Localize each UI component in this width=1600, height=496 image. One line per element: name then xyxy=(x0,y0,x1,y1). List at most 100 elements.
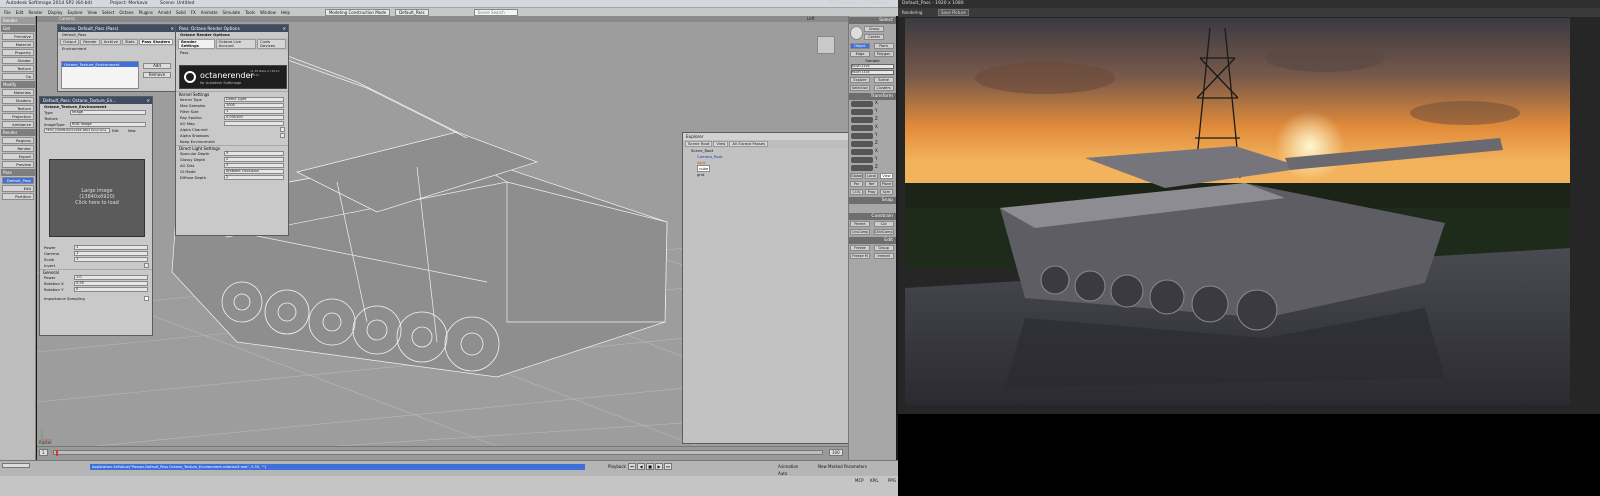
tab-render-settings[interactable]: Render Settings xyxy=(178,39,215,49)
par-button[interactable]: Par xyxy=(850,181,863,187)
scene-search-input[interactable]: Scene Search xyxy=(473,8,518,16)
tab-stats[interactable]: Stats xyxy=(121,39,138,45)
ao-dist-input[interactable]: 3 xyxy=(224,163,284,168)
render-export-button[interactable]: Export xyxy=(2,153,34,160)
global-button[interactable]: Global xyxy=(850,173,863,179)
scale-y-slot[interactable] xyxy=(851,109,873,115)
status-tag-mcp[interactable]: MCP xyxy=(855,478,864,483)
command-line-output[interactable]: Application.SetValue("Passes.Default_Pas… xyxy=(90,464,585,470)
gamma-slider[interactable]: 1 xyxy=(74,251,148,256)
importance-sampling-checkbox[interactable] xyxy=(144,296,149,301)
modify-materials-button[interactable]: Materials xyxy=(2,89,34,96)
max-samples-input[interactable]: 1000 xyxy=(224,103,284,108)
menu-render[interactable]: Render xyxy=(28,10,42,15)
specular-depth-input[interactable]: 5 xyxy=(224,151,284,156)
menu-edit[interactable]: Edit xyxy=(16,10,24,15)
menu-arnold[interactable]: Arnold xyxy=(158,10,171,15)
get-material-button[interactable]: Material xyxy=(2,41,34,48)
rotate-y-slot[interactable] xyxy=(851,133,873,139)
menu-animate[interactable]: Animate xyxy=(201,10,218,15)
pass-dropdown[interactable]: Default_Pass xyxy=(395,8,429,16)
invert-checkbox[interactable] xyxy=(144,263,149,268)
tab-pass-shaders[interactable]: Pass Shaders xyxy=(138,39,174,45)
pass-default-button[interactable]: Default_Pass xyxy=(2,177,34,184)
parent-button[interactable]: Parent xyxy=(850,221,870,227)
menu-simulate[interactable]: Simulate xyxy=(223,10,241,15)
group-button[interactable]: Group xyxy=(864,26,885,32)
modify-projection-button[interactable]: Projection xyxy=(2,113,34,120)
select-arrow-icon[interactable] xyxy=(850,26,864,40)
step-back-icon[interactable]: ◀ xyxy=(637,463,645,470)
local-button[interactable]: Local xyxy=(865,173,878,179)
file-new-button[interactable]: New xyxy=(128,128,136,134)
pass-edit-button[interactable]: Edit xyxy=(2,185,34,192)
octane-subtab[interactable]: Pass xyxy=(176,50,288,56)
menu-select[interactable]: Select xyxy=(102,10,114,15)
rotation-y-slider[interactable]: 0 xyxy=(74,287,148,292)
cnscomp-button[interactable]: CnsComp xyxy=(850,229,870,235)
stop-icon[interactable]: ■ xyxy=(646,463,654,470)
passes-tree-root[interactable]: Default_Pass xyxy=(58,32,176,38)
menu-view[interactable]: View xyxy=(87,10,97,15)
explore-button[interactable]: Explore xyxy=(850,77,870,83)
get-texture-button[interactable]: Texture xyxy=(2,65,34,72)
modify-texture-button[interactable]: Texture xyxy=(2,105,34,112)
freeze-m-button[interactable]: Freeze M xyxy=(850,253,870,259)
diffuse-depth-input[interactable]: 2 xyxy=(224,175,284,180)
immed-button[interactable]: Immed xyxy=(873,253,894,259)
tab-render[interactable]: Render xyxy=(80,39,100,45)
get-op-button[interactable]: Op xyxy=(2,73,34,80)
play-icon[interactable]: ▶ xyxy=(655,463,663,470)
scale-x-slot[interactable] xyxy=(851,101,873,107)
tab-octane-live-account[interactable]: Octane Live Account xyxy=(215,39,257,49)
selection-button[interactable]: Selection xyxy=(850,85,870,91)
add-shader-button[interactable]: Add xyxy=(143,63,171,69)
render-regions-button[interactable]: Regions xyxy=(2,137,34,144)
view-cube[interactable] xyxy=(817,36,835,54)
menu-display[interactable]: Display xyxy=(48,10,63,15)
cog-button[interactable]: COG xyxy=(850,189,863,195)
snap-tools[interactable] xyxy=(849,204,896,212)
file-path-input[interactable]: TEXA_DOWN1024-2004-9801 Panorama xyxy=(44,128,110,133)
menu-file[interactable]: File xyxy=(4,10,11,15)
explorer-scope-button[interactable]: Scene Root xyxy=(685,141,713,147)
cut-button[interactable]: Cut xyxy=(873,221,894,227)
translate-y-slot[interactable] xyxy=(851,157,873,163)
render-preview-button[interactable]: Preview xyxy=(2,161,34,168)
power-slider[interactable]: 1 xyxy=(74,245,148,250)
selection-field-2[interactable]: MULTI-1100 xyxy=(851,70,894,75)
group-edit-button[interactable]: Group xyxy=(873,245,894,251)
menu-octane[interactable]: Octane xyxy=(119,10,133,15)
timeline-start[interactable]: 1 xyxy=(39,449,48,456)
new-params-label[interactable]: New Marked Parameters xyxy=(818,464,867,469)
ref-button[interactable]: Ref xyxy=(865,181,878,187)
status-tag-kpl[interactable]: KP/L xyxy=(870,478,879,483)
explorer-view-button[interactable]: View xyxy=(713,141,729,147)
rotate-z-slot[interactable] xyxy=(851,141,873,147)
glossy-depth-input[interactable]: 2 xyxy=(224,157,284,162)
menu-fx[interactable]: FX xyxy=(191,10,196,15)
chldcomp-button[interactable]: ChldComp xyxy=(873,229,894,235)
scale-z-slot[interactable] xyxy=(851,117,873,123)
remove-shader-button[interactable]: Remove xyxy=(143,72,171,78)
object-mode-button[interactable]: Object xyxy=(850,43,870,49)
center-button[interactable]: Center xyxy=(864,34,885,40)
timeline[interactable]: 1 100 xyxy=(37,446,848,460)
menu-solid[interactable]: Solid xyxy=(176,10,186,15)
close-icon[interactable]: ✕ xyxy=(170,25,174,32)
sample-label[interactable]: Sample xyxy=(849,58,896,63)
timeline-track[interactable] xyxy=(53,450,823,456)
modify-ambiance-button[interactable]: Ambiance xyxy=(2,121,34,128)
get-primitive-button[interactable]: Primitive xyxy=(2,33,34,40)
alpha-shadows-checkbox[interactable] xyxy=(280,133,285,138)
status-tag-ppg[interactable]: PPG xyxy=(888,478,896,483)
view-button[interactable]: View xyxy=(880,173,893,179)
freeze-button[interactable]: Freeze xyxy=(850,245,870,251)
shader-list-item[interactable]: Octane_Texture_Environment xyxy=(62,62,138,67)
filter-size-input[interactable]: 1 xyxy=(224,109,284,114)
clusters-button[interactable]: Clusters xyxy=(873,85,894,91)
ray-epsilon-input[interactable]: 0.000100 xyxy=(224,115,284,120)
save-picture-button[interactable]: Save Picture xyxy=(938,9,969,16)
script-editor-button[interactable] xyxy=(2,463,30,468)
image-type-dropdown[interactable]: RGB Image xyxy=(70,122,146,127)
